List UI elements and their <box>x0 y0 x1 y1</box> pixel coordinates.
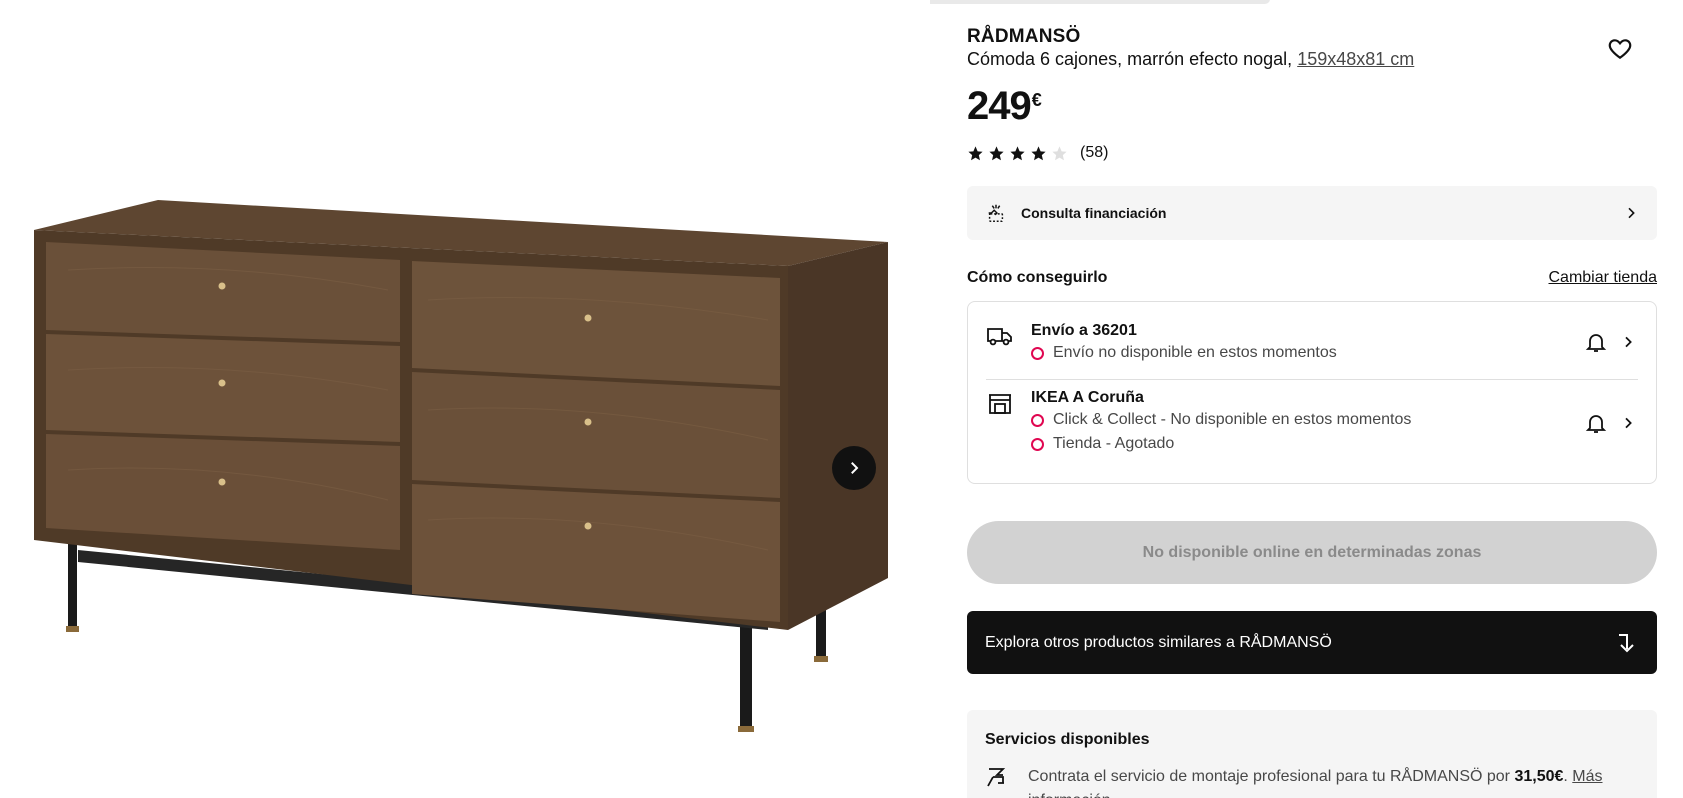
store-row[interactable]: IKEA A Coruña Click & Collect - No dispo… <box>986 389 1638 469</box>
product-rating[interactable]: (58) <box>967 144 1108 162</box>
services-description: Contrata el servicio de montaje profesio… <box>1028 765 1637 798</box>
gallery-next-button[interactable] <box>832 446 876 490</box>
change-store-link[interactable]: Cambiar tienda <box>1549 269 1658 287</box>
services-section: Servicios disponibles Contrata el servic… <box>967 710 1657 798</box>
price-currency: € <box>1031 90 1042 110</box>
store-title: IKEA A Coruña <box>1031 389 1144 406</box>
star-filled-icon <box>1031 145 1046 160</box>
star-filled-icon <box>1010 145 1025 160</box>
services-text-suffix: . <box>1563 768 1573 785</box>
unavailable-online-button[interactable]: No disponible online en determinadas zon… <box>967 521 1657 584</box>
product-brand: RÅDMANSÖ <box>967 26 1081 47</box>
store-status2-text: Tienda - Agotado <box>1053 435 1175 452</box>
services-text-prefix: Contrata el servicio de montaje profesio… <box>1028 768 1515 785</box>
product-price: 249€ <box>967 84 1042 129</box>
unavailable-indicator <box>1031 437 1044 451</box>
chevron-right-icon[interactable] <box>1620 415 1636 431</box>
product-image <box>34 200 888 732</box>
services-price: 31,50€ <box>1514 768 1564 785</box>
product-info-panel: RÅDMANSÖ Cómoda 6 cajones, marrón efecto… <box>967 0 1657 798</box>
star-filled-icon <box>968 145 983 160</box>
finance-icon <box>988 204 1004 222</box>
finance-label: Consulta financiación <box>1021 205 1167 221</box>
availability-box: Envío a 36201 Envío no disponible en est… <box>967 301 1657 484</box>
product-gallery <box>0 0 930 798</box>
product-description-text: Cómoda 6 cajones, marrón efecto nogal, <box>967 49 1293 69</box>
finance-button[interactable]: Consulta financiación <box>967 186 1657 240</box>
star-filled-icon <box>989 145 1004 160</box>
availability-divider <box>986 379 1638 380</box>
price-main: 249 <box>967 84 1032 128</box>
delivery-title: Envío a 36201 <box>1031 322 1137 339</box>
bell-icon[interactable] <box>1584 330 1608 354</box>
unavailable-indicator <box>1031 346 1044 360</box>
truck-icon <box>987 328 1012 346</box>
store-status1-text: Click & Collect - No disponible en estos… <box>1053 411 1412 428</box>
delivery-row[interactable]: Envío a 36201 Envío no disponible en est… <box>986 322 1638 382</box>
store-status-click-collect: Click & Collect - No disponible en estos… <box>1031 411 1411 429</box>
store-status-shop: Tienda - Agotado <box>1031 435 1174 453</box>
services-title: Servicios disponibles <box>985 731 1150 748</box>
bell-icon[interactable] <box>1584 411 1608 435</box>
unavailable-indicator <box>1031 413 1044 427</box>
delivery-status-text: Envío no disponible en estos momentos <box>1053 344 1337 361</box>
product-dimensions-link[interactable]: 159x48x81 cm <box>1297 49 1414 69</box>
assembly-icon <box>987 768 1006 787</box>
product-page: RÅDMANSÖ Cómoda 6 cajones, marrón efecto… <box>0 0 1683 798</box>
chevron-right-icon <box>1628 207 1635 219</box>
rating-count: (58) <box>1080 144 1109 161</box>
how-to-get-heading: Cómo conseguirlo <box>967 269 1108 286</box>
explore-label: Explora otros productos similares a RÅDM… <box>985 633 1332 651</box>
store-icon <box>989 394 1011 414</box>
arrow-down-icon <box>1619 633 1634 652</box>
product-description: Cómoda 6 cajones, marrón efecto nogal, 1… <box>967 49 1414 70</box>
explore-similar-button[interactable]: Explora otros productos similares a RÅDM… <box>967 611 1657 674</box>
chevron-right-icon <box>851 462 859 474</box>
delivery-status: Envío no disponible en estos momentos <box>1031 344 1337 362</box>
star-empty-icon <box>1052 145 1067 160</box>
heart-icon[interactable] <box>1607 36 1633 62</box>
chevron-right-icon[interactable] <box>1620 334 1636 350</box>
